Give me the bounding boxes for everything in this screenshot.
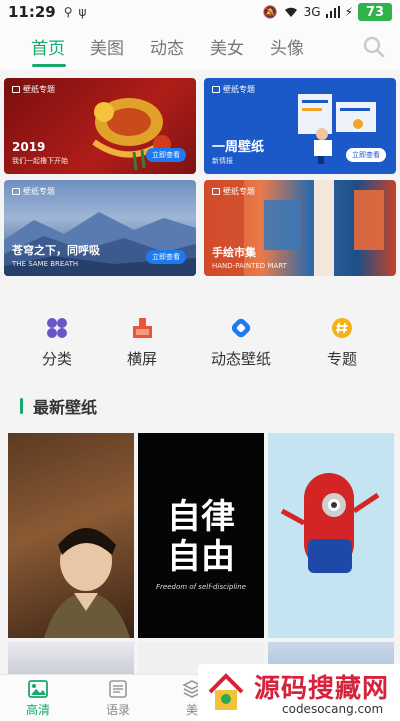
category-label: 横屏 (126, 350, 157, 368)
tab-dynamic[interactable]: 动态 (150, 34, 184, 59)
section-title: 最新壁纸 (33, 398, 98, 417)
top-nav: 首页 美图 动态 美女 头像 (0, 24, 400, 70)
category-label: 分类 (41, 350, 72, 368)
banner-subtitle: 我们一起撸下开始 (12, 157, 68, 165)
watermark-en-text: codesocang.com (282, 702, 384, 716)
tab-gallery[interactable]: 美图 (90, 34, 124, 59)
banner-same-breath[interactable]: 壁纸专题 苍穹之下，同呼吸 THE SAME BREATH 立即查看 (4, 180, 196, 276)
bottom-nav-hd[interactable]: 高清 (8, 679, 68, 718)
search-icon[interactable] (362, 35, 386, 59)
cartoon-minion (280, 473, 380, 573)
image-icon (28, 680, 48, 698)
list-icon (109, 680, 127, 698)
banner-title: 一周壁纸 (212, 140, 265, 155)
wallpaper-thumbnail-self-discipline[interactable]: 自律 自由 Freedom of self-discipline (138, 433, 264, 638)
tab-beauty[interactable]: 美女 (210, 34, 244, 59)
category-classify[interactable]: 分类 (12, 316, 102, 369)
category-row: 分类 横屏 动态壁纸 专题 (0, 300, 400, 380)
wallpaper-text-line2: 自由 (167, 537, 235, 577)
wallpaper-thumbnail-minion[interactable] (268, 433, 394, 638)
bottom-nav-quotes[interactable]: 语录 (88, 679, 148, 718)
bottom-nav-label: 高清 (25, 703, 50, 717)
live-wallpaper-icon (231, 318, 251, 338)
charging-icon: ⚡ (344, 5, 353, 19)
banner-view-button[interactable]: 立即查看 (146, 148, 186, 162)
banner-view-button[interactable]: 立即查看 (146, 250, 186, 264)
banner-subtitle: 新情报 (212, 157, 233, 165)
bottom-nav-label: 美 (185, 703, 198, 717)
banner-tag: 壁纸专题 (12, 186, 55, 197)
watermark-overlay: 源码搜藏网 codesocang.com (198, 664, 400, 721)
category-topics[interactable]: 专题 (297, 316, 387, 369)
network-type-label: 3G (303, 5, 321, 19)
banner-title: 手绘市集 (212, 246, 256, 259)
category-landscape[interactable]: 横屏 (97, 316, 187, 369)
banner-weekly[interactable]: 壁纸专题 一周壁纸 新情报 立即查看 (204, 78, 396, 174)
banner-hand-painted[interactable]: 壁纸专题 手绘市集 HAND-PAINTED MART (204, 180, 396, 276)
banner-tag: 壁纸专题 (212, 186, 255, 197)
battery-indicator: 73 (358, 3, 392, 21)
landscape-icon (133, 318, 152, 338)
usb-icon: ⚲ (63, 5, 73, 19)
wifi-icon (284, 7, 297, 17)
hashtag-icon (332, 318, 352, 338)
house-logo-icon (208, 673, 244, 710)
category-label: 动态壁纸 (210, 350, 271, 368)
wallpaper-thumbnail[interactable] (8, 642, 134, 678)
grid-icon (47, 318, 67, 338)
bottom-nav-label: 语录 (105, 703, 130, 717)
status-time: 11:29 (8, 3, 56, 21)
watermark-cn-text: 源码搜藏网 (254, 674, 390, 704)
wallpaper-thumbnail-portrait[interactable] (8, 433, 134, 638)
usb-debug-icon: ψ (78, 5, 87, 19)
tab-home[interactable]: 首页 (31, 34, 65, 59)
banner-tag: 壁纸专题 (212, 84, 255, 95)
banner-title: 苍穹之下，同呼吸 (12, 244, 100, 257)
banner-subtitle: HAND-PAINTED MART (212, 262, 287, 270)
wallpaper-text-line1: 自律 (167, 497, 235, 537)
wallpaper-caption: Freedom of self-discipline (156, 583, 246, 591)
section-accent-bar (20, 398, 23, 414)
category-label: 专题 (326, 350, 357, 368)
banner-title: 2019 (12, 140, 46, 154)
portrait-photo (44, 528, 130, 638)
tab-avatar[interactable]: 头像 (270, 34, 304, 59)
banner-2019[interactable]: 壁纸专题 2019 我们一起撸下开始 立即查看 (4, 78, 196, 174)
mute-icon: 🔕 (262, 5, 278, 19)
active-tab-indicator (32, 64, 66, 67)
banner-subtitle: THE SAME BREATH (12, 260, 79, 268)
banner-tag: 壁纸专题 (12, 84, 55, 95)
category-live-wallpaper[interactable]: 动态壁纸 (196, 316, 286, 369)
status-bar: 11:29 ⚲ ψ 🔕 3G ⚡ 73 (0, 0, 400, 24)
signal-icon (325, 6, 340, 18)
latest-wallpapers-header: 最新壁纸 (20, 394, 97, 418)
banner-view-button[interactable]: 立即查看 (346, 148, 386, 162)
